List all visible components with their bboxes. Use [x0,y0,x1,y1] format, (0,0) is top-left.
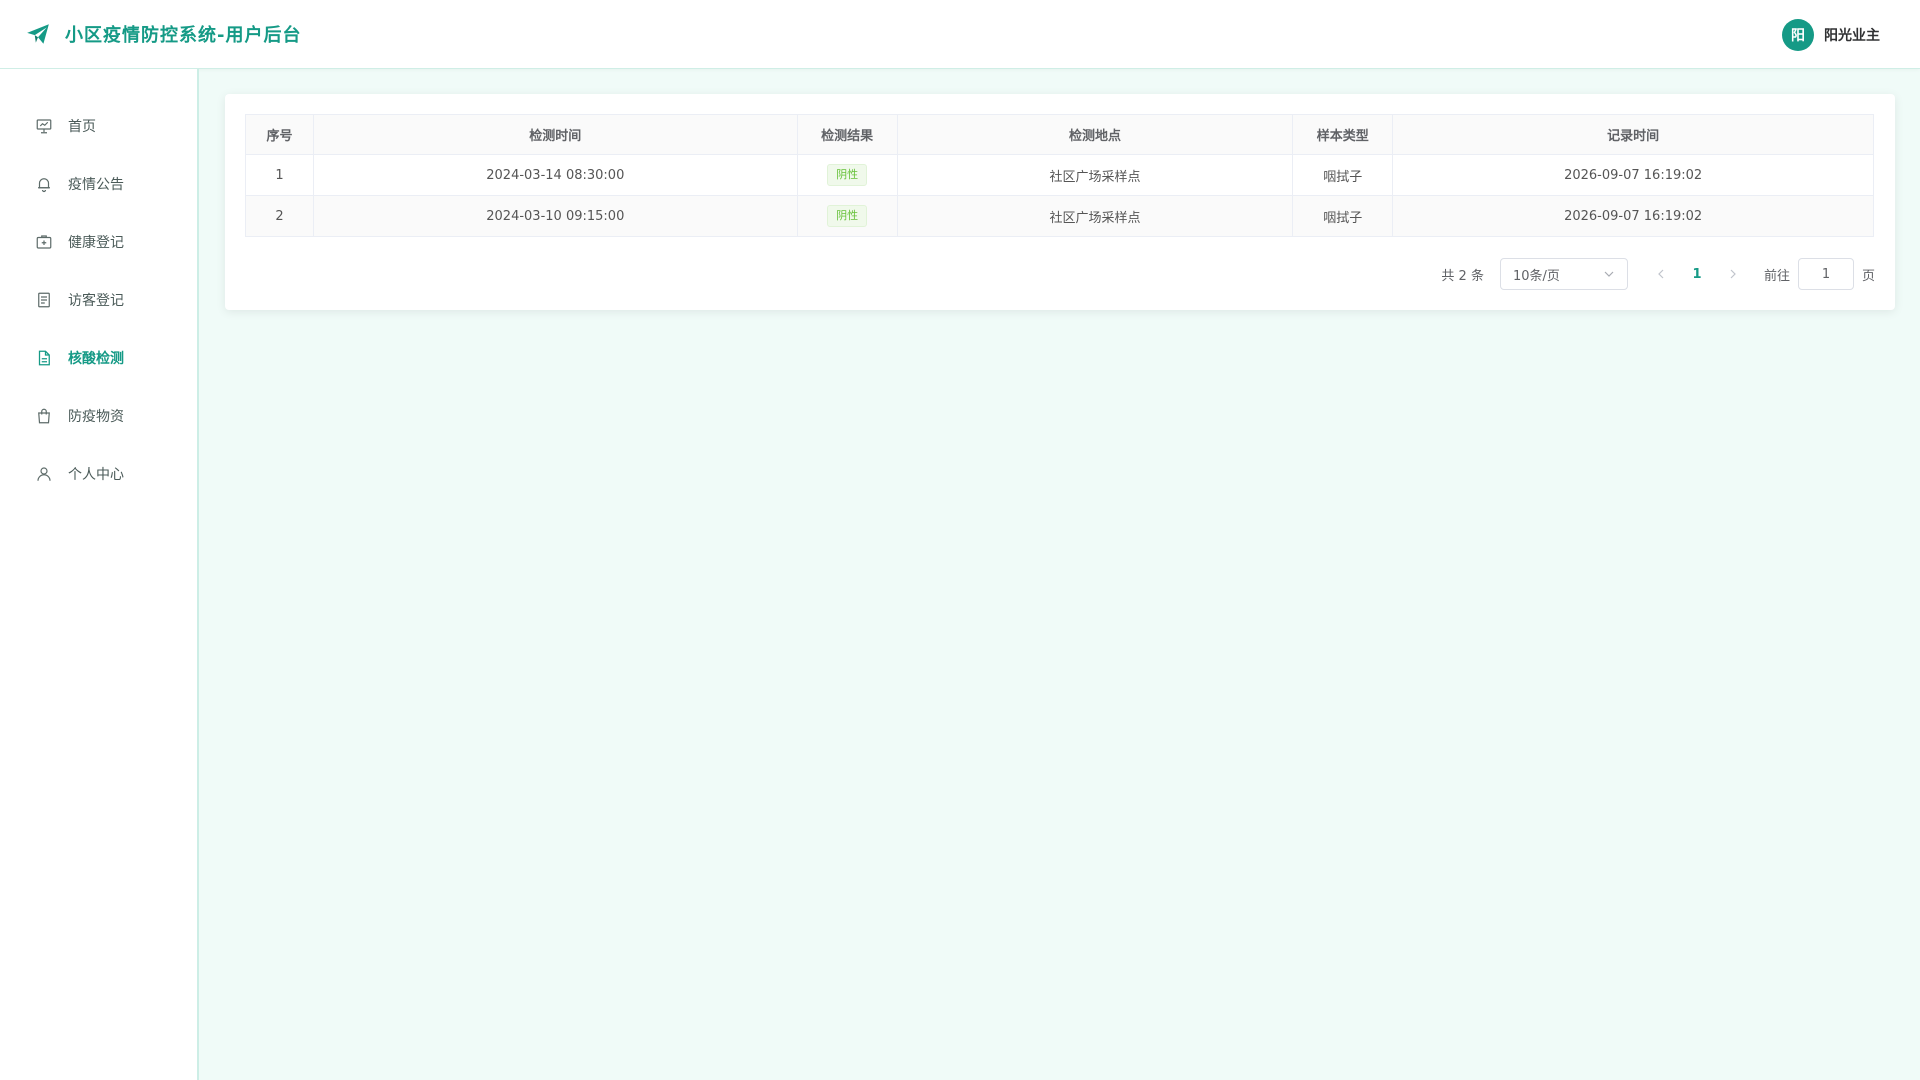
chevron-right-icon [1730,269,1736,279]
goto-page-input[interactable] [1797,258,1854,290]
column-header-location[interactable]: 检测地点 [896,114,1294,155]
sidebar-item-nucleic-test[interactable]: 核酸检测 [0,329,197,387]
sidebar-item-supplies[interactable]: 防疫物资 [0,387,197,445]
avatar[interactable]: 阳 [1782,19,1814,51]
brand: 小区疫情防控系统-用户后台 [25,21,301,47]
page-size-select[interactable]: 10条/页 [1499,258,1628,290]
sidebar: 首页 疫情公告 健康登记 访客登记 核酸检测 防疫物资 个人中心 [0,69,199,1080]
sidebar-item-label: 疫情公告 [68,177,124,193]
cell-record-time: 2026-09-07 16:19:02 [1392,195,1874,237]
shopping-bag-icon [38,408,50,424]
result-tag: 阴性 [827,205,868,227]
sidebar-item-label: 防疫物资 [68,409,124,425]
sidebar-item-health-registration[interactable]: 健康登记 [0,213,197,271]
table-row[interactable]: 1 2024-03-14 08:30:00 阴性 社区广场采样点 咽拭子 202… [245,154,1874,196]
cell-result: 阴性 [796,195,898,237]
cell-test-time: 2024-03-14 08:30:00 [312,154,798,196]
page-size-value: 10条/页 [1512,268,1560,284]
sidebar-item-profile[interactable]: 个人中心 [0,445,197,503]
page-number-current[interactable]: 1 [1682,267,1712,282]
column-header-index[interactable]: 序号 [245,114,314,155]
page-suffix: 页 [1861,268,1875,284]
sidebar-item-label: 个人中心 [68,467,124,483]
sidebar-item-home[interactable]: 首页 [0,97,197,155]
cell-index: 1 [245,154,314,196]
prev-page-button[interactable] [1650,258,1672,290]
column-header-result[interactable]: 检测结果 [796,114,898,155]
table-row[interactable]: 2 2024-03-10 09:15:00 阴性 社区广场采样点 咽拭子 202… [245,195,1874,237]
sidebar-item-announcements[interactable]: 疫情公告 [0,155,197,213]
user-icon [37,467,51,481]
column-header-sample-type[interactable]: 样本类型 [1292,114,1394,155]
cell-location: 社区广场采样点 [896,195,1294,237]
user-menu[interactable]: 阳 阳光业主 [1782,19,1880,51]
cell-result: 阴性 [796,154,898,196]
sidebar-item-label: 访客登记 [68,293,124,309]
sidebar-item-label: 首页 [68,119,96,135]
bell-icon [38,178,50,193]
column-header-record-time[interactable]: 记录时间 [1392,114,1874,155]
app-title: 小区疫情防控系统-用户后台 [65,25,302,46]
sidebar-item-label: 健康登记 [68,235,124,251]
document-list-icon [38,292,50,308]
paper-plane-icon [27,24,49,44]
sidebar-item-label: 核酸检测 [68,351,124,367]
cell-index: 2 [245,195,314,237]
top-header: 小区疫情防控系统-用户后台 阳 阳光业主 [0,0,1920,69]
next-page-button[interactable] [1722,258,1744,290]
cell-test-time: 2024-03-10 09:15:00 [312,195,798,237]
column-header-test-time[interactable]: 检测时间 [312,114,798,155]
result-tag: 阴性 [827,164,868,186]
main-card: 序号 检测时间 检测结果 检测地点 样本类型 记录时间 1 2024-03-14… [225,94,1895,310]
document-icon [38,350,50,366]
sidebar-item-visitor-registration[interactable]: 访客登记 [0,271,197,329]
pagination-total: 共 2 条 [1441,268,1484,284]
pagination: 共 2 条 10条/页 1 前往 页 [1441,258,1875,290]
chevron-left-icon [1658,269,1664,279]
medical-box-icon [36,235,52,249]
table-header-row: 序号 检测时间 检测结果 检测地点 样本类型 记录时间 [245,114,1874,155]
user-name[interactable]: 阳光业主 [1824,25,1880,45]
cell-record-time: 2026-09-07 16:19:02 [1392,154,1874,196]
cell-location: 社区广场采样点 [896,154,1294,196]
sidebar-menu: 首页 疫情公告 健康登记 访客登记 核酸检测 防疫物资 个人中心 [0,69,197,503]
cell-sample-type: 咽拭子 [1292,154,1394,196]
nucleic-test-table: 序号 检测时间 检测结果 检测地点 样本类型 记录时间 1 2024-03-14… [245,114,1874,237]
chevron-down-icon [1604,271,1614,277]
goto-label: 前往 [1763,268,1790,284]
cell-sample-type: 咽拭子 [1292,195,1394,237]
presentation-icon [36,119,52,134]
